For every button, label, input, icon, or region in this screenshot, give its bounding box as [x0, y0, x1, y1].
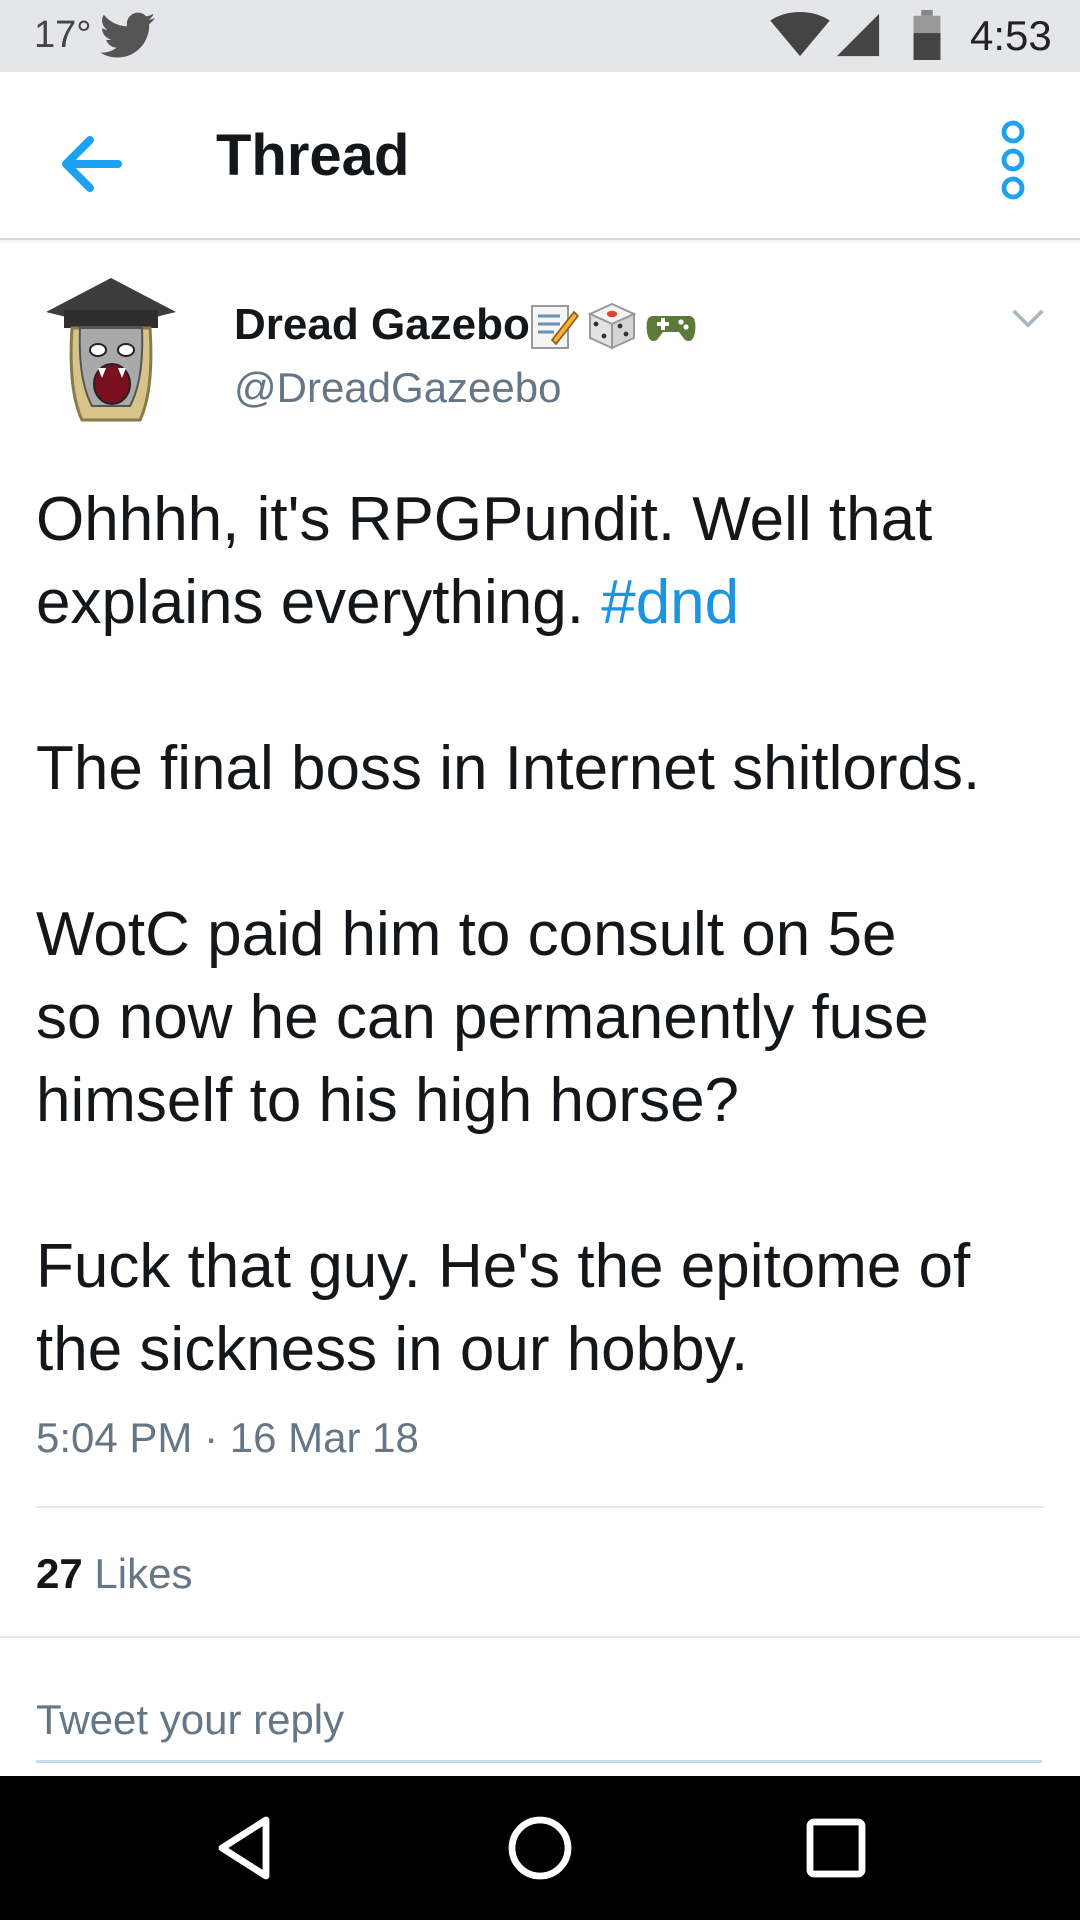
- battery-icon: [913, 10, 941, 60]
- likes-label: Likes: [94, 1550, 193, 1597]
- temperature-label: 17°: [34, 14, 92, 56]
- likes-stat[interactable]: 27 Likes: [36, 1550, 192, 1598]
- back-arrow-icon[interactable]: [50, 124, 130, 204]
- author-name[interactable]: Dread Gazebo: [234, 300, 530, 350]
- tweet-timestamp: 5:04 PM · 16 Mar 18: [36, 1414, 419, 1461]
- memo-icon: [531, 305, 580, 349]
- hashtag-link[interactable]: #dnd: [601, 568, 739, 637]
- chevron-down-icon[interactable]: [1010, 300, 1046, 336]
- divider: [0, 1636, 1080, 1638]
- system-nav-bar: [0, 1776, 1080, 1920]
- app-bar: Thread: [0, 72, 1080, 240]
- tweet-text-line: explains everything. #dnd: [36, 561, 1066, 644]
- dice-icon: [588, 302, 637, 350]
- clock-time: 4:53: [970, 12, 1052, 59]
- nav-back-icon[interactable]: [210, 1812, 282, 1884]
- wifi-icon: [770, 12, 830, 57]
- tweet-text-line: himself to his high horse?: [36, 1066, 740, 1135]
- nav-recents-icon[interactable]: [800, 1812, 872, 1884]
- author-handle[interactable]: @DreadGazeebo: [234, 364, 562, 412]
- nav-home-icon[interactable]: [504, 1812, 576, 1884]
- tweet-text-line: the sickness in our hobby.: [36, 1315, 749, 1384]
- overflow-menu-icon[interactable]: [996, 120, 1030, 200]
- game-controller-icon: [646, 316, 696, 341]
- avatar[interactable]: [36, 270, 186, 438]
- divider: [36, 1506, 1044, 1508]
- tweet-text-line: Fuck that guy. He's the epitome of: [36, 1232, 971, 1301]
- cell-signal-icon: [836, 13, 880, 57]
- tweet-text-line: so now he can permanently fuse: [36, 983, 929, 1052]
- tweet-text-fragment: explains everything.: [36, 568, 602, 637]
- tweet-text: Ohhhh, it's RPGPundit. Well that explain…: [36, 478, 1066, 1391]
- page-title: Thread: [216, 123, 410, 188]
- tweet-text-line: The final boss in Internet shitlords.: [36, 734, 981, 803]
- twitter-bird-icon: [100, 12, 156, 58]
- reply-input[interactable]: [36, 1680, 1042, 1763]
- tweet-text-line: WotC paid him to consult on 5e: [36, 900, 897, 969]
- likes-count: 27: [36, 1550, 83, 1597]
- name-badges: [528, 300, 699, 356]
- tweet-text-line: Ohhhh, it's RPGPundit. Well that: [36, 485, 933, 554]
- status-bar: 17° 4:53: [0, 0, 1080, 72]
